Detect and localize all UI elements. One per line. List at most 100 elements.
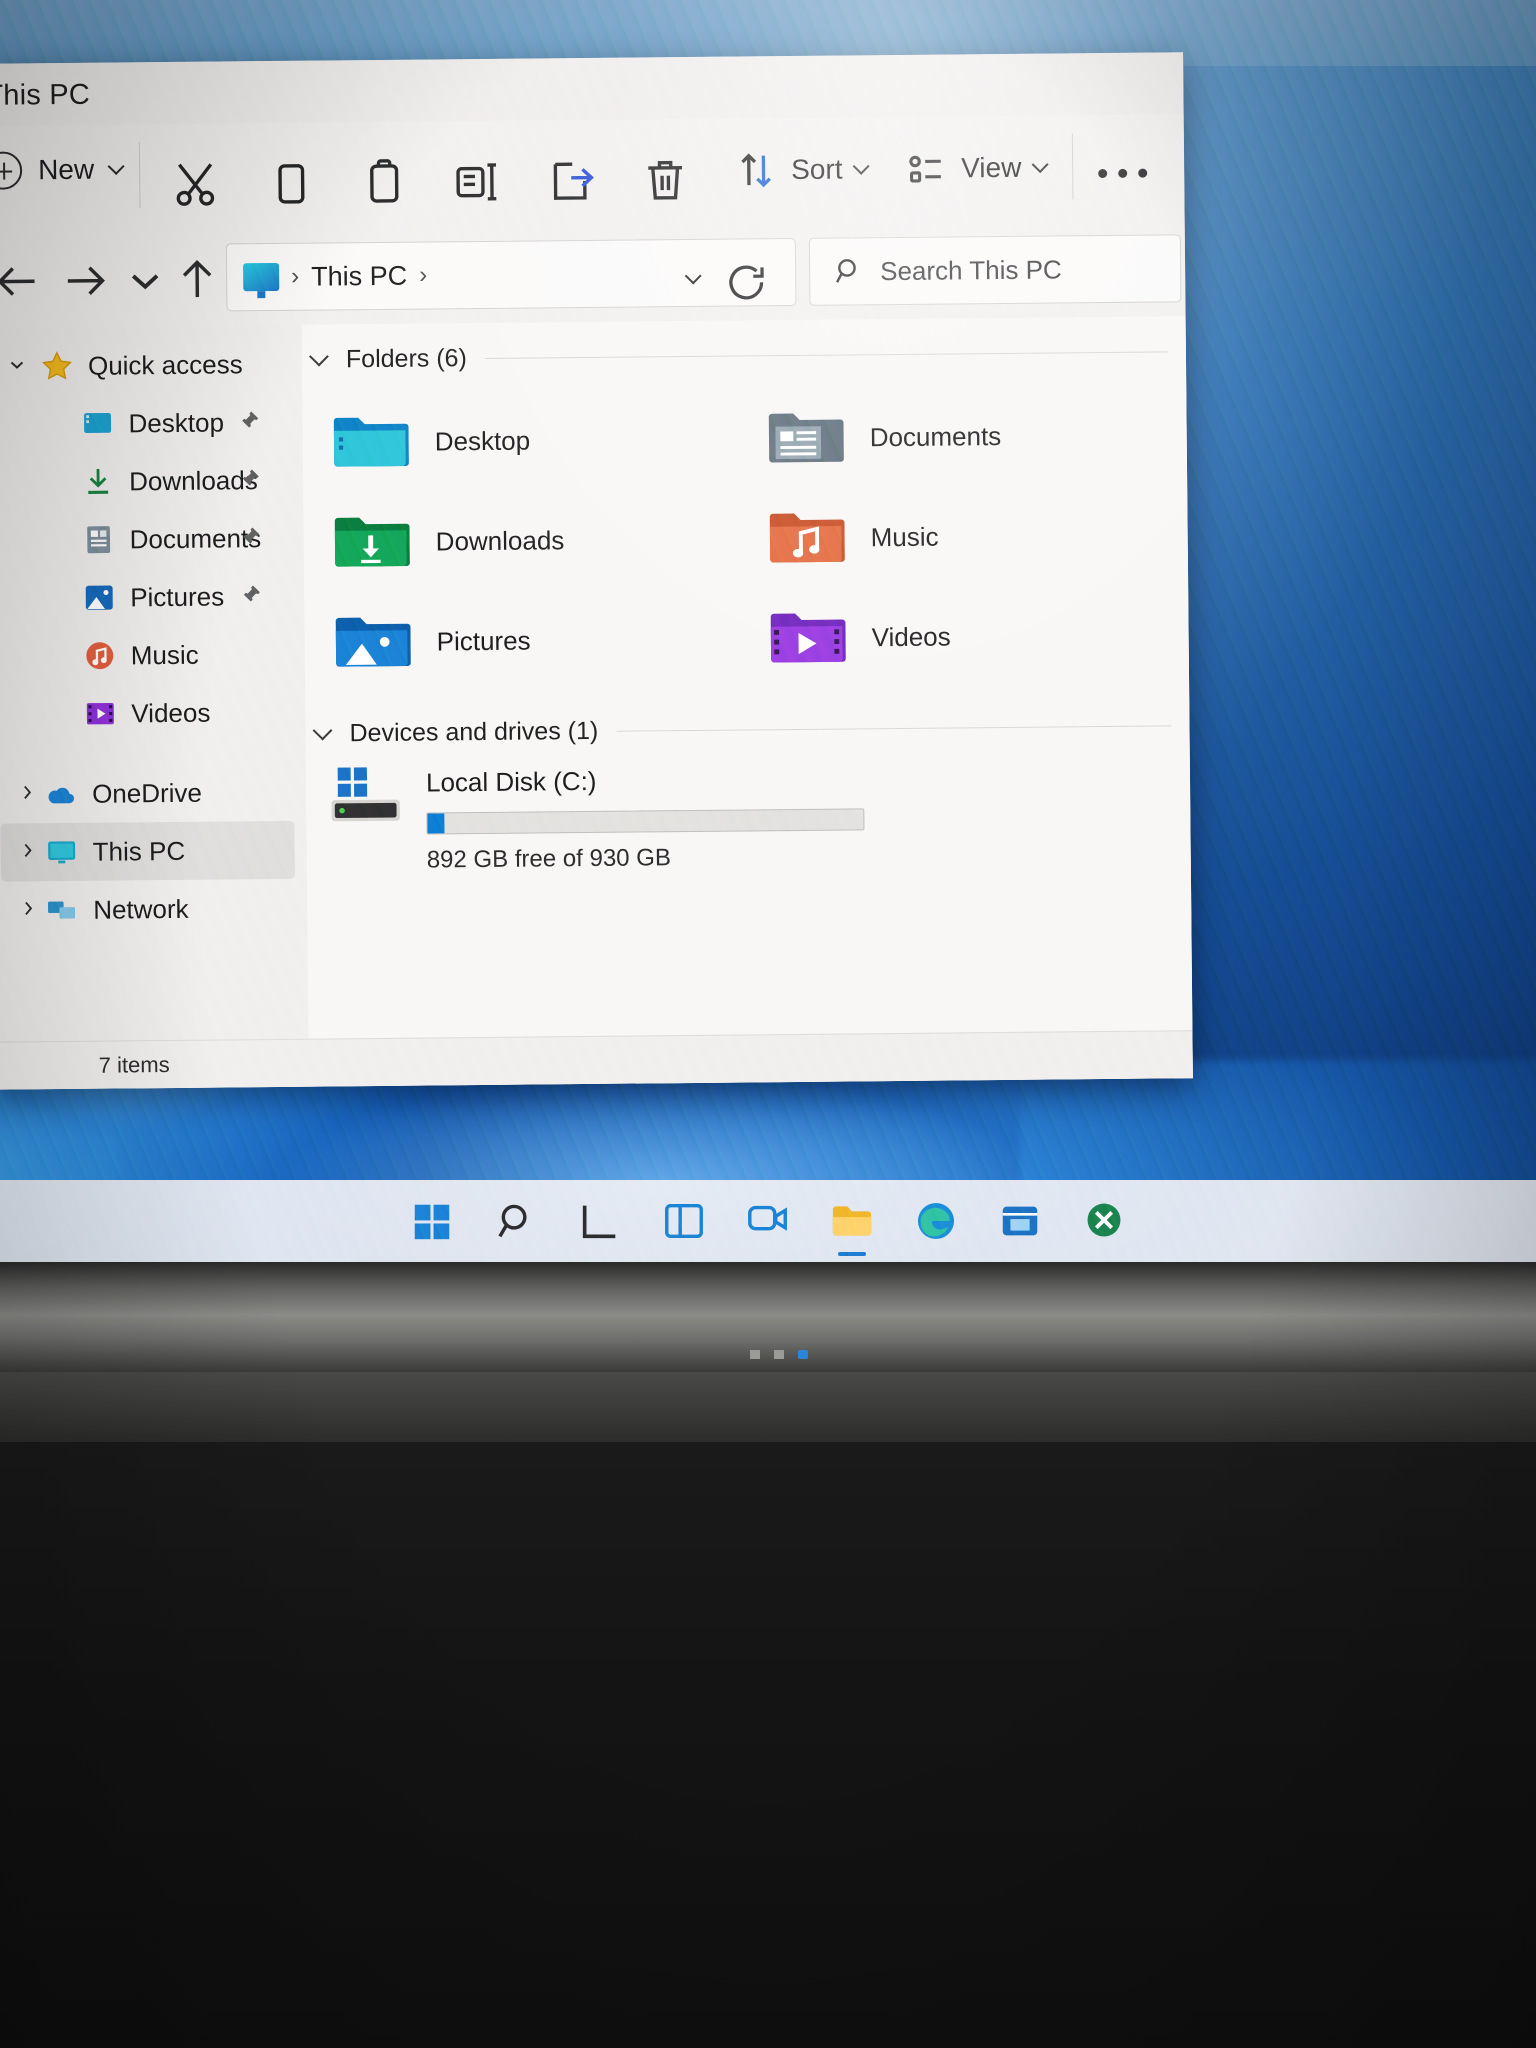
delete-button[interactable]: [638, 153, 693, 208]
search-input[interactable]: Search This PC: [880, 254, 1062, 287]
chevron-right-icon[interactable]: [15, 897, 41, 924]
sort-button[interactable]: Sort: [734, 147, 870, 192]
network-icon: [45, 893, 79, 927]
folder-downloads-icon: [331, 511, 410, 574]
paste-button[interactable]: [357, 156, 412, 211]
folder-item-desktop[interactable]: Desktop: [316, 388, 752, 492]
sort-button-label: Sort: [791, 153, 843, 186]
taskbar-edge-button[interactable]: [913, 1198, 959, 1244]
folder-documents-icon: [765, 407, 844, 470]
sidebar-item-onedrive[interactable]: OneDrive: [0, 763, 294, 824]
pin-icon[interactable]: [240, 525, 262, 551]
refresh-button[interactable]: [723, 259, 769, 305]
folders-group-header[interactable]: Folders (6): [302, 324, 1186, 386]
drive-free-space: 892 GB free of 930 GB: [426, 844, 672, 874]
new-button-label: New: [37, 153, 95, 186]
chevron-right-icon[interactable]: [14, 781, 40, 808]
sidebar-item-pictures[interactable]: Pictures: [0, 567, 293, 628]
taskbar-widgets-button[interactable]: [661, 1198, 707, 1244]
folders-group-label: Folders (6): [345, 343, 467, 373]
folder-row: Pictures Videos: [318, 584, 1189, 692]
sidebar-item-network[interactable]: Network: [1, 879, 296, 940]
plus-circle-icon: [0, 151, 23, 190]
sidebar-item-label: OneDrive: [91, 777, 203, 809]
share-button[interactable]: [544, 154, 599, 209]
address-dropdown-icon[interactable]: [684, 267, 702, 285]
taskbar-file-explorer-button[interactable]: [829, 1198, 875, 1256]
sidebar-item-label: Quick access: [87, 348, 243, 381]
devices-group-header[interactable]: Devices and drives (1): [305, 698, 1189, 760]
sidebar-item-this-pc[interactable]: This PC: [0, 820, 295, 882]
taskbar-task-view-button[interactable]: [577, 1198, 623, 1244]
folder-name: Downloads: [435, 524, 565, 556]
sidebar-item-videos[interactable]: Videos: [0, 683, 294, 744]
taskbar-store-button[interactable]: [997, 1198, 1043, 1244]
up-button[interactable]: [171, 253, 223, 305]
desktop-icon: [80, 407, 114, 441]
search-box[interactable]: Search This PC: [808, 234, 1182, 306]
folder-music-icon: [766, 507, 845, 570]
group-divider: [484, 350, 1168, 359]
pin-icon[interactable]: [240, 583, 262, 609]
folder-item-music[interactable]: Music: [752, 484, 1188, 588]
recent-locations-button[interactable]: [119, 254, 171, 306]
folder-item-pictures[interactable]: Pictures: [318, 588, 754, 692]
search-icon: [832, 254, 866, 288]
folder-item-documents[interactable]: Documents: [751, 384, 1187, 488]
cut-button[interactable]: [168, 157, 223, 212]
taskbar-search-button[interactable]: [493, 1198, 539, 1244]
pin-icon[interactable]: [238, 409, 260, 435]
group-divider: [616, 724, 1172, 732]
folder-pictures-icon: [332, 611, 411, 674]
breadcrumb-path[interactable]: This PC: [311, 260, 407, 292]
view-button[interactable]: View: [904, 146, 1049, 191]
videos-icon: [83, 697, 117, 731]
item-count: 7 items: [98, 1052, 170, 1078]
copy-button[interactable]: [263, 157, 318, 212]
chevron-down-icon[interactable]: [309, 346, 329, 367]
monitor-bezel: [0, 1262, 1536, 1372]
sidebar-item-downloads[interactable]: Downloads: [0, 451, 291, 512]
chevron-down-icon: [1031, 155, 1049, 173]
folder-item-downloads[interactable]: Downloads: [317, 488, 753, 592]
sidebar-item-documents[interactable]: Documents: [0, 509, 292, 570]
desk-surface: [0, 1442, 1536, 2048]
sidebar-item-label: Network: [93, 893, 189, 925]
taskbar-chat-button[interactable]: [745, 1198, 791, 1244]
see-more-button[interactable]: [1098, 168, 1148, 179]
title-bar: This PC: [0, 52, 1184, 126]
pin-icon[interactable]: [239, 467, 261, 493]
monitor-stand: [0, 1372, 1536, 1442]
sidebar-item-music[interactable]: Music: [0, 625, 293, 686]
window-body: Quick access Desktop Downloads Documents…: [0, 316, 1193, 1090]
folder-row: Desktop Documents: [316, 384, 1187, 492]
folder-name: Videos: [871, 621, 951, 652]
sidebar-item-label: Pictures: [130, 580, 225, 612]
sidebar-item-label: Music: [130, 639, 199, 670]
file-list-pane: Folders (6) Desktop Documents Downloads …: [301, 316, 1193, 1087]
forward-button[interactable]: [59, 255, 111, 307]
sidebar-item-desktop[interactable]: Desktop: [0, 393, 291, 454]
address-bar[interactable]: › This PC ›: [225, 237, 797, 312]
drive-item-local-disk-c[interactable]: Local Disk (C:) 892 GB free of 930 GB: [306, 752, 1191, 875]
folder-name: Desktop: [434, 425, 531, 456]
navigation-pane: Quick access Desktop Downloads Documents…: [0, 324, 309, 1090]
folder-name: Music: [870, 521, 939, 552]
chevron-right-icon[interactable]: [15, 839, 41, 866]
taskbar-excel-button[interactable]: [1081, 1198, 1127, 1244]
chevron-down-icon[interactable]: [4, 352, 30, 381]
toolbar-divider-right: [1071, 133, 1074, 200]
new-button[interactable]: New: [0, 150, 125, 190]
music-icon: [83, 639, 117, 673]
rename-button[interactable]: [450, 155, 505, 210]
chevron-down-icon: [107, 157, 125, 175]
view-button-label: View: [960, 151, 1022, 184]
chevron-down-icon[interactable]: [312, 720, 333, 741]
folder-item-videos[interactable]: Videos: [753, 584, 1189, 688]
drive-name: Local Disk (C:): [425, 765, 597, 798]
back-button[interactable]: [0, 255, 43, 307]
pictures-icon: [82, 581, 116, 615]
taskbar: [0, 1180, 1536, 1262]
taskbar-start-button[interactable]: [409, 1198, 455, 1244]
sidebar-group-quick-access[interactable]: Quick access: [0, 335, 290, 396]
